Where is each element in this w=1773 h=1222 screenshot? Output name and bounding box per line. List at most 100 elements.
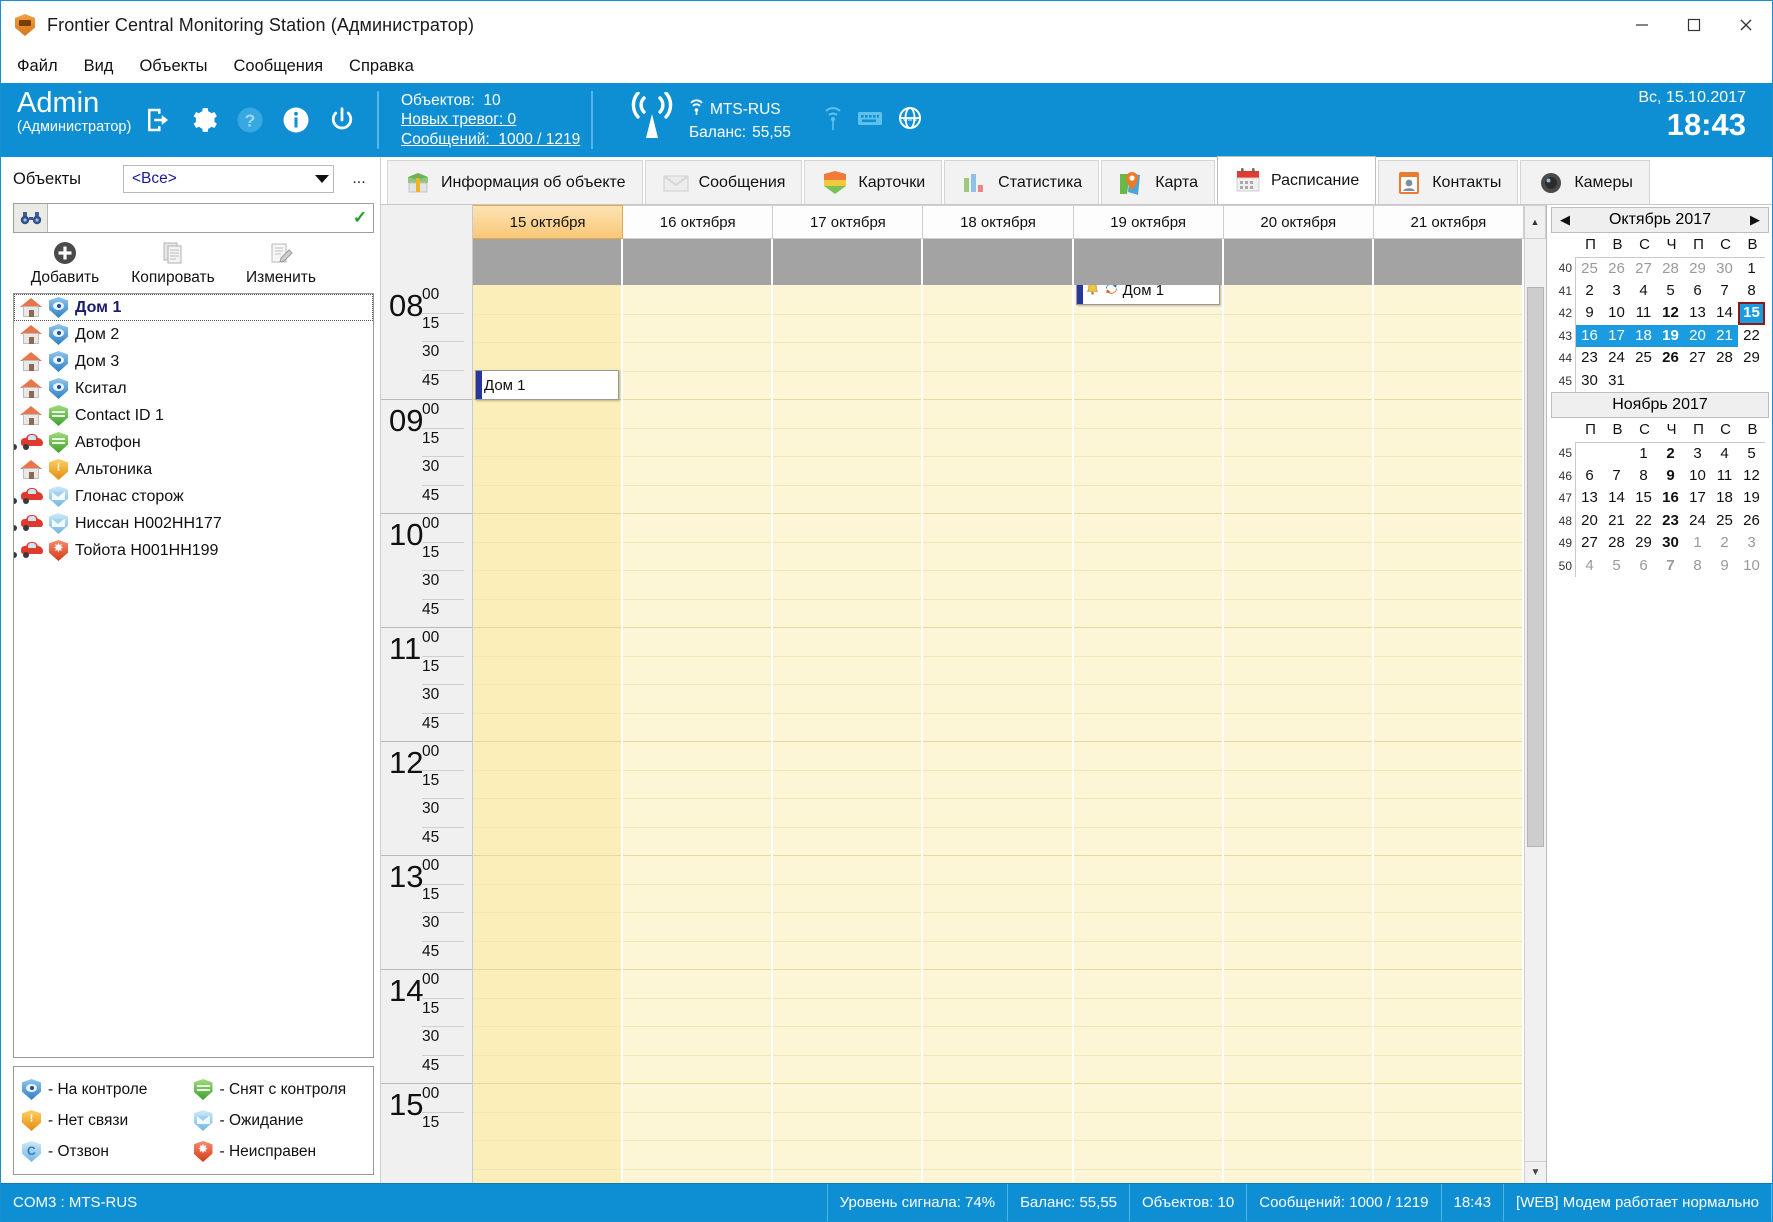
calendar-day[interactable]: 4 [1630, 280, 1657, 303]
power-icon[interactable] [327, 105, 357, 135]
binoculars-icon[interactable] [14, 204, 48, 232]
tab-6[interactable]: Контакты [1378, 160, 1519, 204]
day-header-6[interactable]: 21 октября [1373, 205, 1524, 239]
calendar-day[interactable] [1603, 443, 1630, 466]
calendar-day[interactable] [1657, 370, 1684, 393]
calendar-day[interactable]: 7 [1603, 465, 1630, 488]
calendar-day[interactable]: 25 [1576, 258, 1603, 281]
list-item[interactable]: Дом 1 [14, 294, 373, 321]
calendar-day[interactable]: 31 [1603, 370, 1630, 393]
calendar-day[interactable]: 26 [1657, 347, 1684, 370]
calendar-day[interactable]: 20 [1576, 510, 1603, 533]
calendar-day[interactable]: 27 [1684, 347, 1711, 370]
object-search-input[interactable] [48, 204, 347, 232]
calendar-day[interactable]: 11 [1630, 302, 1657, 325]
day-column-3[interactable] [923, 285, 1074, 1183]
day-header-1[interactable]: 16 октября [623, 205, 774, 239]
calendar-day[interactable]: 5 [1603, 555, 1630, 578]
menu-help[interactable]: Справка [347, 55, 416, 78]
calendar-day[interactable]: 28 [1603, 532, 1630, 555]
help-icon[interactable]: ? [235, 105, 265, 135]
calendar-day[interactable]: 17 [1603, 324, 1630, 347]
calendar-day[interactable]: 1 [1630, 443, 1657, 466]
stat-messages[interactable]: Сообщений: 1000 / 1219 [401, 130, 585, 150]
calendar-next-button[interactable]: ▶ [1744, 208, 1766, 232]
vertical-scrollbar[interactable]: ▼ [1524, 285, 1546, 1183]
calendar-day[interactable]: 9 [1576, 302, 1603, 325]
calendar-day[interactable]: 19 [1738, 487, 1765, 510]
calendar-day[interactable]: 2 [1576, 280, 1603, 303]
day-columns[interactable]: Дом 1 Дом 1 [473, 285, 1524, 1183]
calendar-day[interactable]: 29 [1684, 258, 1711, 281]
calendar-day[interactable]: 15 [1630, 487, 1657, 510]
calendar-prev-button[interactable]: ◀ [1554, 208, 1576, 232]
all-day-cell-6[interactable] [1373, 239, 1524, 285]
minimize-button[interactable] [1616, 1, 1668, 49]
calendar-day[interactable]: 9 [1711, 555, 1738, 578]
calendar-day[interactable]: 30 [1711, 258, 1738, 281]
calendar-day[interactable]: 12 [1657, 302, 1684, 325]
list-item[interactable]: ✸ Тойота Н001НН199 [14, 537, 373, 564]
list-item[interactable]: Ниссан Н002НН177 [14, 510, 373, 537]
info-icon[interactable] [281, 105, 311, 135]
objects-list[interactable]: Дом 1 Дом 2 Дом 3 Кситал Contact ID 1 Автофон… [13, 293, 374, 1058]
calendar-day[interactable]: 23 [1576, 347, 1603, 370]
calendar-day[interactable]: 13 [1684, 302, 1711, 325]
all-day-cell-1[interactable] [623, 239, 774, 285]
day-column-1[interactable] [623, 285, 774, 1183]
calendar-day[interactable]: 17 [1684, 487, 1711, 510]
day-header-0[interactable]: 15 октября [473, 205, 624, 239]
maximize-button[interactable] [1668, 1, 1720, 49]
calendar-day[interactable]: 20 [1684, 324, 1711, 347]
calendar-day[interactable]: 13 [1576, 487, 1603, 510]
calendar-day[interactable]: 14 [1603, 487, 1630, 510]
calendar-day[interactable]: 15 [1738, 302, 1765, 325]
list-item[interactable]: Дом 3 [14, 348, 373, 375]
calendar-day[interactable]: 7 [1711, 280, 1738, 303]
calendar-day[interactable]: 16 [1576, 324, 1603, 347]
calendar-day[interactable]: 22 [1630, 510, 1657, 533]
objects-filter-select[interactable]: <Все> [123, 165, 334, 193]
list-item[interactable]: Кситал [14, 375, 373, 402]
calendar-day[interactable]: 1 [1684, 532, 1711, 555]
day-column-5[interactable] [1223, 285, 1374, 1183]
calendar-day[interactable]: 6 [1576, 465, 1603, 488]
day-header-2[interactable]: 17 октября [773, 205, 924, 239]
gear-icon[interactable] [189, 105, 219, 135]
all-day-cell-4[interactable] [1073, 239, 1224, 285]
calendar-day[interactable]: 26 [1738, 510, 1765, 533]
calendar-day[interactable]: 5 [1738, 443, 1765, 466]
calendar-grid[interactable]: 45 1 2 3 4 5 46 6 7 8 9 10 11 12 47 13 14 15 16 17 18 19 48 20 2… [1551, 441, 1769, 578]
calendar-day[interactable]: 23 [1657, 510, 1684, 533]
calendar-day[interactable] [1630, 370, 1657, 393]
day-header-5[interactable]: 20 октября [1223, 205, 1374, 239]
calendar-day[interactable]: 29 [1738, 347, 1765, 370]
menu-messages[interactable]: Сообщения [231, 55, 325, 78]
wifi-icon[interactable] [823, 104, 843, 137]
menu-view[interactable]: Вид [82, 55, 116, 78]
calendar-grid[interactable]: 40 25 26 27 28 29 30 1 41 2 3 4 5 6 7 8 42 9 10 11 12 13 14 15 4… [1551, 256, 1769, 393]
calendar-day[interactable]: 1 [1738, 258, 1765, 281]
tab-4[interactable]: Карта [1101, 160, 1215, 204]
scrollbar-thumb[interactable] [1527, 287, 1544, 847]
day-column-6[interactable] [1373, 285, 1524, 1183]
list-item[interactable]: Глонас сторож [14, 483, 373, 510]
calendar-day[interactable]: 24 [1603, 347, 1630, 370]
calendar-day[interactable]: 27 [1576, 532, 1603, 555]
calendar-day[interactable]: 3 [1603, 280, 1630, 303]
tab-1[interactable]: Сообщения [644, 160, 803, 204]
calendar-day[interactable]: 28 [1657, 258, 1684, 281]
calendar-day[interactable]: 16 [1657, 487, 1684, 510]
day-header-4[interactable]: 19 октября [1073, 205, 1224, 239]
calendar-day[interactable]: 24 [1684, 510, 1711, 533]
scroll-up-button[interactable]: ▲ [1524, 205, 1546, 239]
calendar-day[interactable]: 27 [1630, 258, 1657, 281]
all-day-cell-2[interactable] [773, 239, 924, 285]
calendar-day[interactable]: 25 [1630, 347, 1657, 370]
day-header-3[interactable]: 18 октября [923, 205, 1074, 239]
calendar-day[interactable]: 8 [1630, 465, 1657, 488]
day-column-4[interactable]: Дом 1 [1073, 285, 1224, 1183]
list-item[interactable]: Дом 2 [14, 321, 373, 348]
calendar-day[interactable]: 18 [1711, 487, 1738, 510]
schedule-event[interactable]: Дом 1 [1075, 285, 1220, 305]
